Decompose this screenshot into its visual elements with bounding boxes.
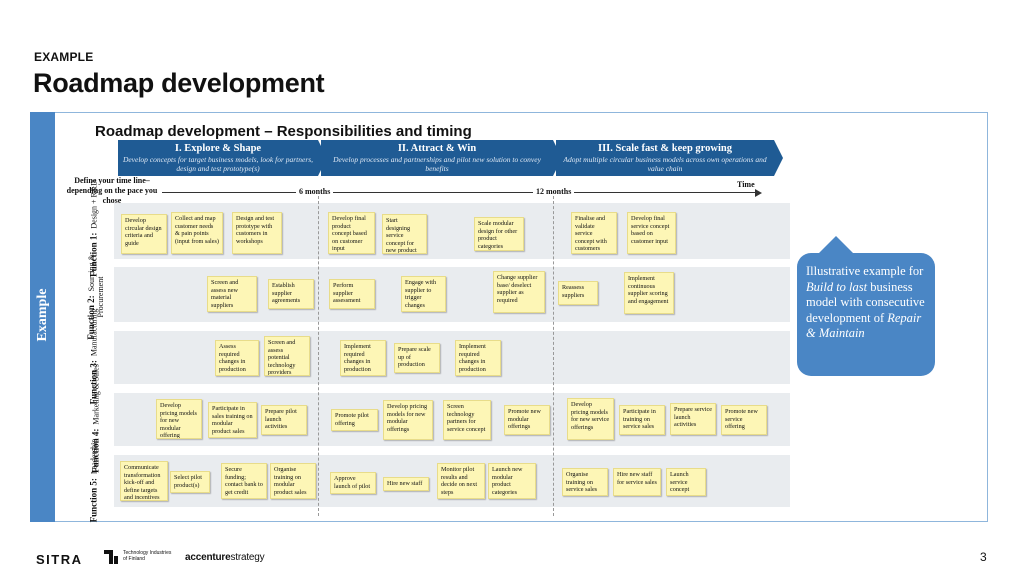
sticky-note: Change supplier base/ deselect supplier … [493,271,545,313]
slide-subtitle: Roadmap development – Responsibilities a… [95,123,472,140]
sticky-note: Implement required changes in production [455,340,501,376]
sticky-note: Perform supplier assessment [329,279,375,309]
technology-industries-logo-mark [104,550,118,564]
sticky-note: Hire new staff for service sales [613,468,661,496]
page-number: 3 [980,550,987,564]
page-title: Roadmap development [33,68,325,98]
sticky-note: Develop circular design criteria and gui… [121,214,167,254]
phase-3: III. Scale fast & keep growing Adopt mul… [556,140,774,176]
sticky-note: Monitor pilot results and decide on next… [437,463,485,499]
sitra-logo: SITRA [36,552,83,567]
sticky-note: Develop final product concept based on c… [328,212,375,254]
sticky-note: Develop final service concept based on c… [627,212,676,254]
timeline-time-label: Time [737,180,755,189]
sticky-note: Hire new staff [383,477,429,491]
phase-2: II. Attract & Win Develop processes and … [321,140,553,176]
sticky-note: Approve launch of pilot [330,472,376,494]
divider-12-months [553,196,554,516]
timeline-12-months: 12 months [533,187,575,196]
sticky-note: Assess required changes in production [215,340,259,376]
strategy-wordmark: strategy [230,552,265,563]
sticky-note: Promote pilot offering [331,409,378,431]
phase-3-desc: Adopt multiple circular business models … [563,155,767,173]
sticky-note: Organise training on modular product sal… [270,463,316,499]
illustrative-callout: Illustrative example for Build to last b… [797,253,935,376]
function-3-name: Manufacturing [89,308,99,357]
callout-text-pre: Illustrative example for [806,264,924,278]
sticky-note: Establish supplier agreements [268,279,314,309]
sticky-note: Prepare scale up of production [394,343,440,373]
sticky-note: Participate in training on service sales [619,405,665,435]
timeline-line [162,192,755,193]
phase-1-title: I. Explore & Shape [174,143,262,154]
ti-line-2: of Finland [123,556,145,562]
sticky-note: Reassess suppliers [558,281,598,305]
sticky-note: Select pilot product(s) [170,471,210,493]
sticky-note: Develop pricing models for new modular o… [383,400,433,440]
sticky-note: Promote new modular offerings [504,405,550,435]
sticky-note: Prepare service launch activities [670,403,716,435]
sticky-note: Screen and assess potential technology p… [264,336,310,376]
sticky-note: Implement required changes in production [340,340,386,376]
timeline-define-text: Define your time line– depending on the … [66,176,158,205]
sticky-note: Scale modular design for other product c… [474,217,524,251]
accenture-wordmark: accenture [185,552,231,563]
sidebar-label: Example [30,285,55,345]
sticky-note: Develop pricing models for new modular o… [156,399,202,439]
sticky-note: Secure funding; contact bank to get cred… [221,463,267,499]
phase-1-desc: Develop concepts for target business mod… [122,155,314,173]
timeline-arrow [755,189,762,197]
function-5-name: Leadership [89,438,99,475]
sticky-note: Engage with supplier to trigger changes [401,276,446,312]
technology-industries-logo-text: Technology Industries of Finland [123,550,171,562]
timeline-6-months: 6 months [296,187,334,196]
sticky-note: Launch service concept [666,468,706,496]
function-1-name: Design + R&D [89,180,99,229]
sticky-note: Start designing service concept for new … [382,214,427,254]
phase-2-title: II. Attract & Win [397,143,477,154]
sticky-note: Promote new service offering [721,405,767,435]
callout-emphasis-1: Build to last [806,279,868,294]
phase-3-title: III. Scale fast & keep growing [598,143,732,154]
sticky-note: Design and test prototype with customers… [232,212,282,254]
sticky-note: Launch new modular product categories [488,463,536,499]
function-5-label: Function 5: Leadership [78,439,110,523]
sidebar-label-text: Example [35,288,50,342]
sticky-note: Develop pricing models for new service o… [567,398,614,440]
sticky-note: Screen and assess new material suppliers [207,276,257,312]
sticky-note: Prepare pilot launch activities [261,405,307,435]
sticky-note: Collect and map customer needs & pain po… [171,212,223,254]
function-5-num: Function 5: [88,478,99,523]
eyebrow-label: EXAMPLE [34,50,94,64]
phase-1: I. Explore & Shape Develop concepts for … [118,140,318,176]
sticky-note: Organise training on service sales [562,468,608,496]
phase-2-desc: Develop processes and partnerships and p… [333,155,541,173]
sticky-note: Participate in sales training on modular… [208,402,257,438]
accenture-strategy-logo: accenturestrategy [185,552,265,563]
phase-3-arrow [774,140,783,176]
function-4-name: Marketing & Sales [91,364,101,425]
sticky-note: Screen technology partners for service c… [443,400,491,440]
sticky-note: Finalise and validate service concept wi… [571,212,617,254]
divider-6-months [318,196,319,516]
sticky-note: Communicate transformation kick-off and … [120,461,168,501]
sticky-note: Implement continuous supplier scoring an… [624,272,674,314]
